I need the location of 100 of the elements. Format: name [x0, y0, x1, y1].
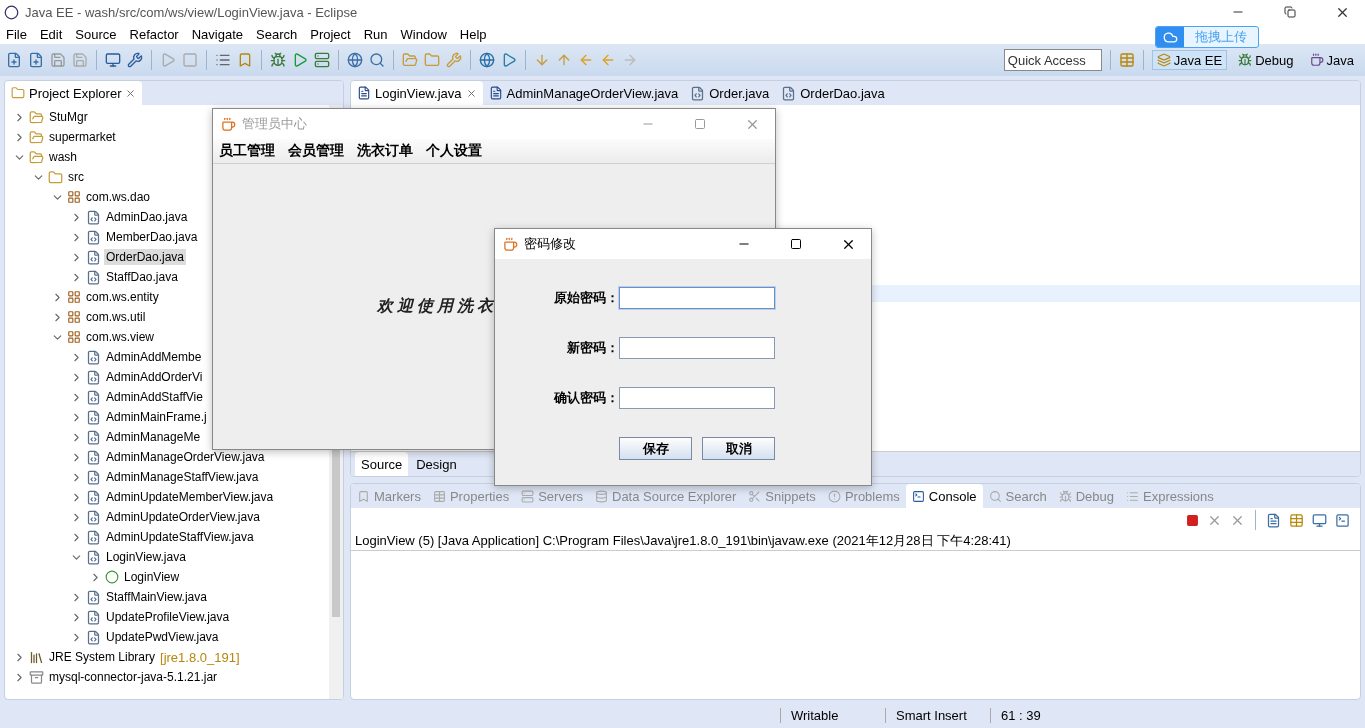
tree-item[interactable]: AdminAddOrderVi: [104, 369, 205, 385]
java-file-icon: [690, 85, 706, 101]
quick-access-field[interactable]: Quick Access: [1003, 49, 1102, 71]
menu-item[interactable]: Refactor: [129, 26, 179, 42]
run-icon[interactable]: [501, 52, 517, 68]
source-folder-icon: [48, 169, 63, 185]
password-field[interactable]: [619, 287, 775, 309]
tree-item[interactable]: MemberDao.java: [104, 229, 200, 245]
tree-item[interactable]: wash: [47, 149, 79, 165]
editor-mode-tab[interactable]: Design: [410, 452, 463, 476]
tree-item[interactable]: LoginView: [122, 569, 182, 585]
menu-item[interactable]: Window: [400, 26, 447, 42]
window-file-icon: [357, 86, 371, 100]
tree-item[interactable]: StuMgr: [47, 109, 90, 125]
tree-item[interactable]: AdminManageStaffView.java: [104, 469, 261, 485]
stop-icon[interactable]: [1186, 513, 1199, 527]
panel-tab[interactable]: Project Explorer: [5, 81, 143, 105]
bug-icon: [1238, 53, 1253, 67]
new-file-icon[interactable]: [6, 52, 22, 68]
editor-tab[interactable]: LoginView.java: [351, 81, 483, 105]
new-file-icon[interactable]: [28, 52, 44, 68]
java-file-icon: [86, 489, 101, 505]
menu-item[interactable]: Run: [363, 26, 388, 42]
menu-item[interactable]: 员工管理: [219, 142, 275, 160]
panel-tab[interactable]: Console: [905, 484, 983, 508]
tree-item[interactable]: StaffDao.java: [104, 269, 180, 285]
package-icon: [67, 190, 81, 204]
menu-item[interactable]: Search: [256, 26, 298, 42]
tab-icon: [432, 489, 446, 503]
server-icon[interactable]: [314, 52, 330, 68]
monitor-icon[interactable]: [105, 52, 121, 68]
editor-mode-tab[interactable]: Source: [355, 452, 409, 476]
bug-icon[interactable]: [270, 52, 286, 68]
search-icon[interactable]: [369, 52, 385, 68]
tree-item[interactable]: AdminAddMembe: [104, 349, 204, 365]
menu-item[interactable]: 会员管理: [288, 142, 344, 160]
tree-item[interactable]: mysql-connector-java-5.1.21.jar: [47, 669, 220, 685]
menu-item[interactable]: Source: [75, 26, 117, 42]
tree-item[interactable]: com.ws.util: [84, 309, 148, 325]
editor-tab[interactable]: OrderDao.java: [775, 81, 891, 105]
tab-icon: [827, 489, 841, 503]
tree-item[interactable]: OrderDao.java: [104, 249, 187, 265]
bookmark-icon[interactable]: [237, 52, 253, 68]
java-file-icon: [86, 409, 101, 425]
editor-tab[interactable]: Order.java: [684, 81, 776, 105]
tree-item[interactable]: com.ws.dao: [84, 189, 153, 205]
editor-tab[interactable]: AdminManageOrderView.java: [482, 81, 685, 105]
tree-item[interactable]: com.ws.entity: [84, 289, 161, 305]
tree-item-decoration: [jre1.8.0_191]: [160, 649, 240, 665]
password-field[interactable]: [619, 387, 775, 409]
java-file-icon: [86, 229, 101, 245]
tree-item[interactable]: AdminUpdateStaffView.java: [104, 529, 256, 545]
menu-item[interactable]: Navigate: [191, 26, 243, 42]
perspective-button[interactable]: Debug: [1233, 50, 1299, 70]
tree-item[interactable]: AdminMainFrame.j: [104, 409, 209, 425]
menu-item[interactable]: Help: [459, 26, 487, 42]
tree-item[interactable]: AdminManageMe: [104, 429, 203, 445]
tree-item[interactable]: AdminAddStaffVie: [104, 389, 205, 405]
menu-item[interactable]: 洗衣订单: [357, 142, 413, 160]
list-icon[interactable]: [215, 52, 231, 68]
tree-item[interactable]: AdminUpdateMemberView.java: [104, 489, 276, 505]
menu-item[interactable]: Edit: [39, 26, 63, 42]
folder-icon: [11, 86, 25, 100]
window-title: Java EE - wash/src/com/ws/view/LoginView.java - Eclipse: [25, 4, 359, 20]
globe-icon[interactable]: [347, 52, 363, 68]
java-file-icon: [781, 85, 797, 101]
clear-console-icon[interactable]: [1266, 512, 1281, 528]
menu-item[interactable]: 个人设置: [426, 142, 482, 160]
monitor-icon[interactable]: [1312, 512, 1327, 528]
tree-item[interactable]: StaffMainView.java: [104, 589, 209, 605]
tree-item[interactable]: AdminUpdateOrderView.java: [104, 509, 262, 525]
status-text: Smart Insert: [885, 707, 990, 723]
jar-icon: [29, 669, 44, 685]
tree-item[interactable]: src: [66, 169, 86, 185]
tree-item[interactable]: AdminDao.java: [104, 209, 190, 225]
tree-item[interactable]: UpdateProfileView.java: [104, 609, 232, 625]
open-console-icon[interactable]: [1335, 512, 1350, 528]
save-icon[interactable]: [50, 52, 66, 68]
open-perspective-icon[interactable]: [1118, 52, 1135, 68]
tree-item[interactable]: UpdatePwdView.java: [104, 629, 221, 645]
tree-item[interactable]: JRE System Library: [47, 649, 158, 665]
project-folder-icon: [29, 129, 44, 145]
dialog-button[interactable]: 保存: [619, 437, 692, 460]
java-file-icon: [86, 589, 101, 605]
perspective-button[interactable]: Java: [1304, 50, 1359, 70]
wrench-icon[interactable]: [127, 52, 143, 68]
password-field[interactable]: [619, 337, 775, 359]
tree-item[interactable]: supermarket: [47, 129, 118, 145]
scroll-lock-icon[interactable]: [1289, 512, 1304, 528]
close-icon[interactable]: [125, 87, 137, 99]
perspective-button[interactable]: Java EE: [1151, 50, 1228, 70]
close-icon[interactable]: [465, 87, 477, 99]
tree-item[interactable]: AdminManageOrderView.java: [104, 449, 267, 465]
dialog-button[interactable]: 取消: [702, 437, 775, 460]
menu-item[interactable]: File: [6, 26, 27, 42]
run-icon[interactable]: [292, 52, 308, 68]
tree-item[interactable]: LoginView.java: [104, 549, 188, 565]
globe-icon[interactable]: [479, 52, 495, 68]
tree-item[interactable]: com.ws.view: [84, 329, 156, 345]
menu-item[interactable]: Project: [310, 26, 351, 42]
